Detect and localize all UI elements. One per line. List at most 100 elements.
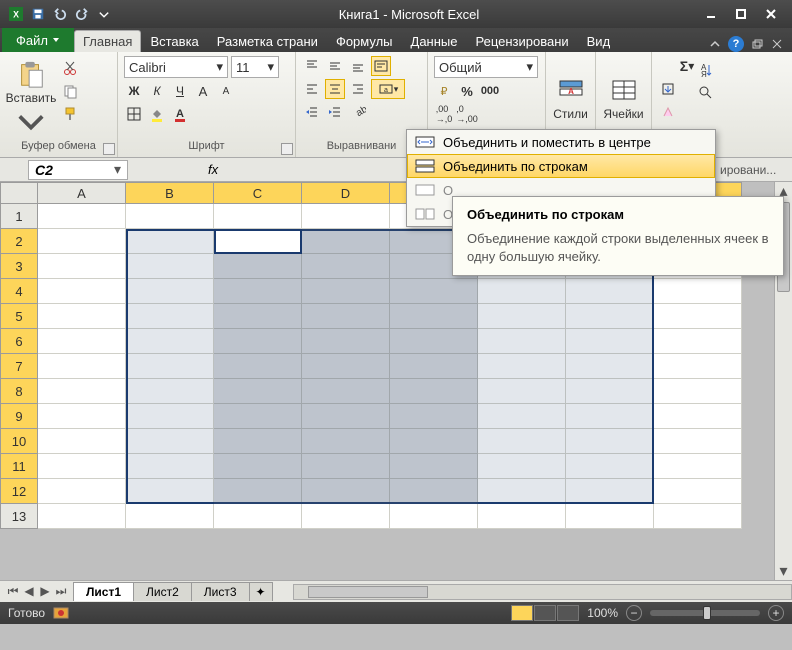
cell[interactable] — [38, 504, 126, 529]
sheet-tab-2[interactable]: Лист2 — [133, 582, 192, 601]
select-all-corner[interactable] — [0, 182, 38, 204]
cell[interactable] — [214, 329, 302, 354]
col-header-b[interactable]: B — [126, 182, 214, 204]
merge-across-item[interactable]: Объединить по строкам — [407, 154, 715, 178]
tab-view[interactable]: Вид — [578, 30, 620, 52]
macro-record-icon[interactable] — [53, 607, 69, 619]
cell[interactable] — [302, 354, 390, 379]
cells-button[interactable]: Ячейки — [602, 56, 645, 139]
nav-prev[interactable]: ◀ — [22, 584, 36, 599]
cell[interactable] — [126, 454, 214, 479]
cell[interactable] — [38, 254, 126, 279]
align-right-button[interactable] — [348, 79, 368, 99]
percent-format-button[interactable]: % — [457, 81, 477, 101]
cell[interactable] — [478, 454, 566, 479]
minimize-button[interactable] — [698, 4, 724, 24]
cell[interactable] — [478, 379, 566, 404]
cell[interactable] — [390, 479, 478, 504]
cell[interactable] — [214, 304, 302, 329]
grow-font-button[interactable]: A — [193, 81, 213, 101]
row-header-9[interactable]: 9 — [0, 404, 38, 429]
cell[interactable] — [302, 404, 390, 429]
cell[interactable] — [302, 204, 390, 229]
align-top-button[interactable] — [302, 56, 322, 76]
tab-file[interactable]: Файл — [2, 28, 74, 52]
nav-last[interactable]: ⏭ — [54, 584, 68, 599]
sort-filter-button[interactable]: AЯ — [696, 60, 716, 80]
cell[interactable] — [566, 304, 654, 329]
view-page-break[interactable] — [557, 605, 579, 621]
cell[interactable] — [566, 504, 654, 529]
cell[interactable] — [566, 429, 654, 454]
underline-button[interactable]: Ч — [170, 81, 190, 101]
row-header-5[interactable]: 5 — [0, 304, 38, 329]
find-select-button[interactable] — [696, 83, 716, 103]
cut-button[interactable] — [60, 58, 80, 78]
cell[interactable] — [126, 379, 214, 404]
font-color-button[interactable]: A — [170, 104, 190, 124]
view-page-layout[interactable] — [534, 605, 556, 621]
zoom-in-button[interactable]: + — [768, 605, 784, 621]
undo-button[interactable] — [50, 4, 70, 24]
cell[interactable] — [38, 379, 126, 404]
copy-button[interactable] — [60, 81, 80, 101]
cell[interactable] — [478, 404, 566, 429]
horizontal-scrollbar[interactable] — [293, 584, 792, 600]
cell[interactable] — [654, 304, 742, 329]
cell[interactable] — [654, 379, 742, 404]
increase-decimal-button[interactable]: ,00→,0 — [434, 104, 454, 124]
accounting-format-button[interactable]: ₽ — [434, 81, 454, 101]
cell[interactable] — [390, 454, 478, 479]
cell[interactable] — [38, 279, 126, 304]
cell[interactable] — [478, 279, 566, 304]
align-bottom-button[interactable] — [348, 56, 368, 76]
font-size-combo[interactable]: 11▾ — [231, 56, 279, 78]
cell[interactable] — [390, 404, 478, 429]
fill-color-button[interactable] — [147, 104, 167, 124]
cell[interactable] — [302, 379, 390, 404]
align-middle-button[interactable] — [325, 56, 345, 76]
new-sheet-button[interactable]: ✦ — [249, 582, 273, 601]
ribbon-minimize-icon[interactable] — [708, 37, 722, 51]
cell[interactable] — [126, 304, 214, 329]
row-header-13[interactable]: 13 — [0, 504, 38, 529]
tab-insert[interactable]: Вставка — [141, 30, 207, 52]
cell[interactable] — [38, 204, 126, 229]
cell[interactable] — [302, 504, 390, 529]
fill-button[interactable] — [658, 79, 678, 99]
decrease-decimal-button[interactable]: ,0→,00 — [457, 104, 477, 124]
cell[interactable] — [390, 429, 478, 454]
cell[interactable] — [390, 504, 478, 529]
row-header-1[interactable]: 1 — [0, 204, 38, 229]
cell[interactable] — [38, 329, 126, 354]
col-header-c[interactable]: C — [214, 182, 302, 204]
cell[interactable] — [214, 479, 302, 504]
cell[interactable] — [214, 404, 302, 429]
comma-format-button[interactable]: 000 — [480, 81, 500, 101]
cell[interactable] — [390, 379, 478, 404]
decrease-indent-button[interactable] — [302, 102, 322, 122]
tab-home[interactable]: Главная — [74, 30, 141, 52]
cell[interactable] — [302, 429, 390, 454]
hscroll-thumb[interactable] — [308, 586, 428, 598]
cell[interactable] — [126, 354, 214, 379]
zoom-out-button[interactable]: − — [626, 605, 642, 621]
cell[interactable] — [38, 354, 126, 379]
row-header-3[interactable]: 3 — [0, 254, 38, 279]
tab-page-layout[interactable]: Разметка страни — [208, 30, 327, 52]
clear-button[interactable] — [658, 102, 678, 122]
wrap-text-button[interactable] — [371, 56, 391, 76]
cell[interactable] — [126, 329, 214, 354]
row-header-2[interactable]: 2 — [0, 229, 38, 254]
cell[interactable] — [126, 254, 214, 279]
borders-button[interactable] — [124, 104, 144, 124]
cell[interactable] — [654, 329, 742, 354]
row-header-12[interactable]: 12 — [0, 479, 38, 504]
cell[interactable] — [302, 279, 390, 304]
cell[interactable] — [478, 504, 566, 529]
cell[interactable] — [126, 204, 214, 229]
save-button[interactable] — [28, 4, 48, 24]
cell[interactable] — [214, 429, 302, 454]
maximize-button[interactable] — [728, 4, 754, 24]
cell[interactable] — [126, 279, 214, 304]
